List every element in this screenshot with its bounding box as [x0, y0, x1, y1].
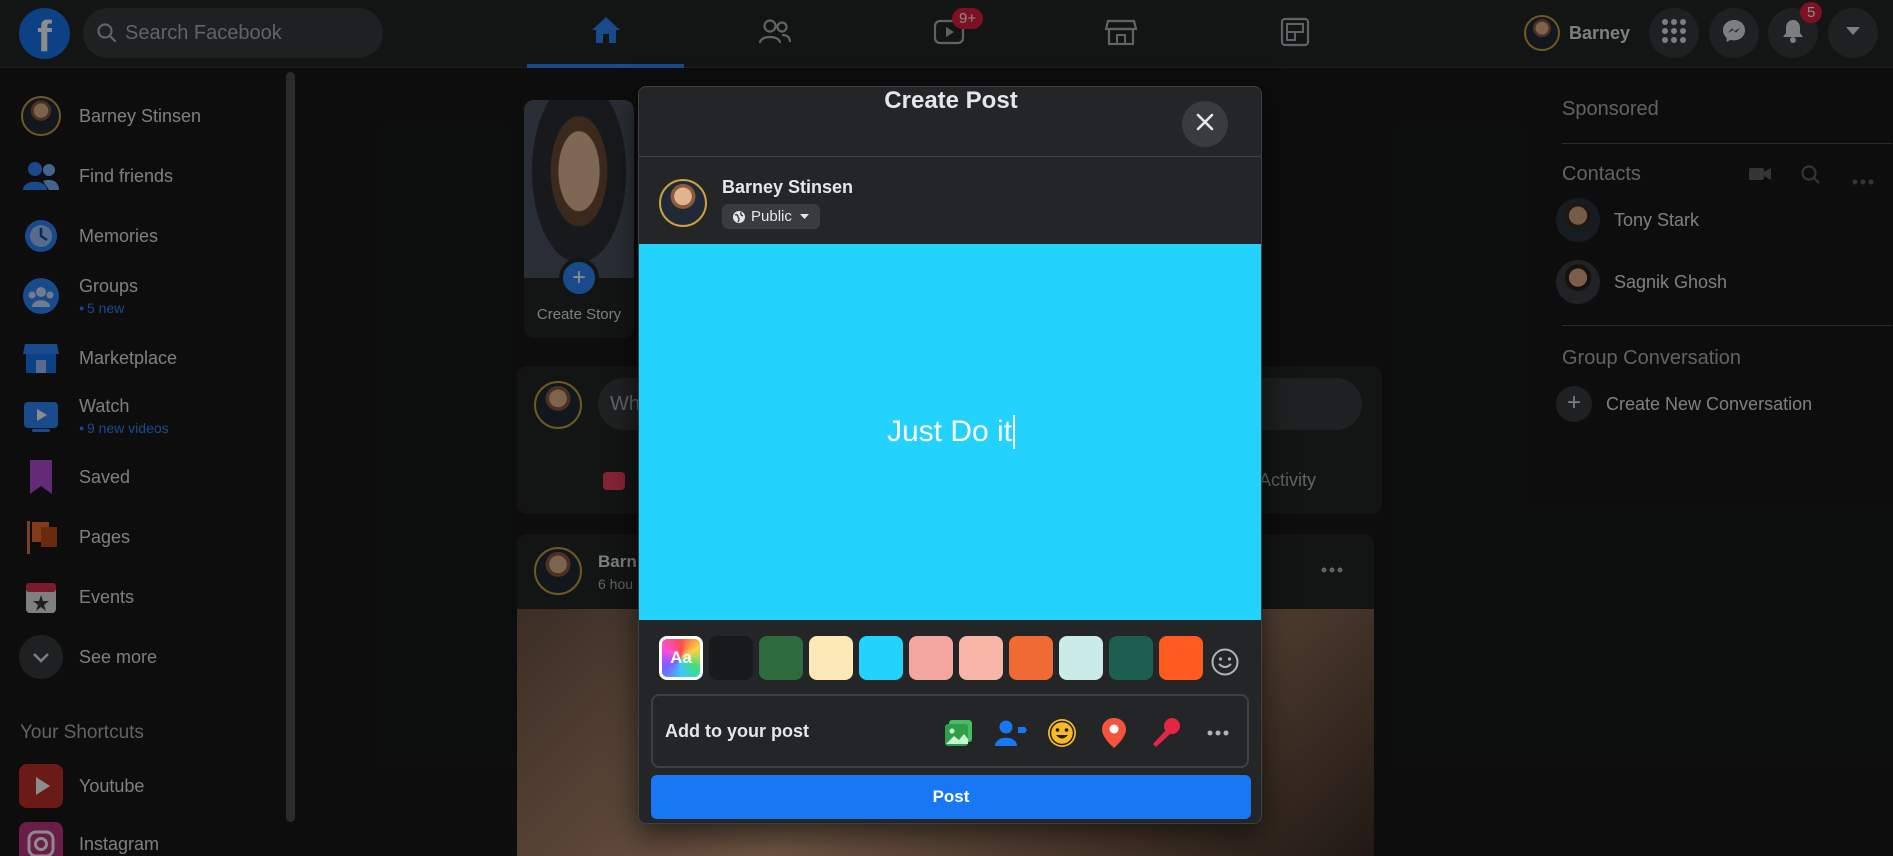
post-author-row: Barney Stinsen Public	[659, 177, 853, 229]
background-swatch[interactable]	[1009, 636, 1053, 680]
post-text-input[interactable]: Just Do it	[887, 415, 1016, 449]
background-swatch[interactable]	[909, 636, 953, 680]
post-button[interactable]: Post	[651, 775, 1251, 819]
post-background-canvas[interactable]: Just Do it	[639, 244, 1261, 620]
background-swatch[interactable]	[859, 636, 903, 680]
location-pin-icon[interactable]	[1094, 713, 1134, 753]
dialog-title: Create Post	[639, 87, 1261, 157]
add-to-post-label: Add to your post	[665, 721, 809, 741]
microphone-icon[interactable]	[1146, 713, 1186, 753]
background-swatch[interactable]	[759, 636, 803, 680]
background-picker: Aa	[659, 635, 1209, 681]
more-options-icon[interactable]	[1198, 713, 1238, 753]
background-swatch[interactable]	[1159, 636, 1203, 680]
avatar	[659, 179, 707, 227]
background-swatch[interactable]	[959, 636, 1003, 680]
privacy-selector[interactable]: Public	[722, 204, 820, 229]
emoji-icon[interactable]	[1210, 647, 1240, 682]
background-swatch[interactable]	[1059, 636, 1103, 680]
globe-icon	[732, 210, 746, 224]
privacy-label: Public	[751, 208, 792, 225]
background-swatch[interactable]	[809, 636, 853, 680]
add-to-post-bar: Add to your post	[651, 694, 1249, 768]
feeling-icon[interactable]	[1042, 713, 1082, 753]
photo-video-icon[interactable]	[939, 713, 979, 753]
swatch-text-style[interactable]: Aa	[659, 636, 703, 680]
create-post-dialog: Create Post Barney Stinsen Public Just D…	[638, 86, 1262, 824]
close-icon	[1195, 112, 1215, 137]
caret-down-icon	[799, 213, 810, 220]
close-button[interactable]	[1182, 101, 1228, 147]
background-swatch[interactable]	[709, 636, 753, 680]
author-name: Barney Stinsen	[722, 177, 854, 197]
tag-people-icon[interactable]	[991, 713, 1031, 753]
background-swatch[interactable]	[1109, 636, 1153, 680]
